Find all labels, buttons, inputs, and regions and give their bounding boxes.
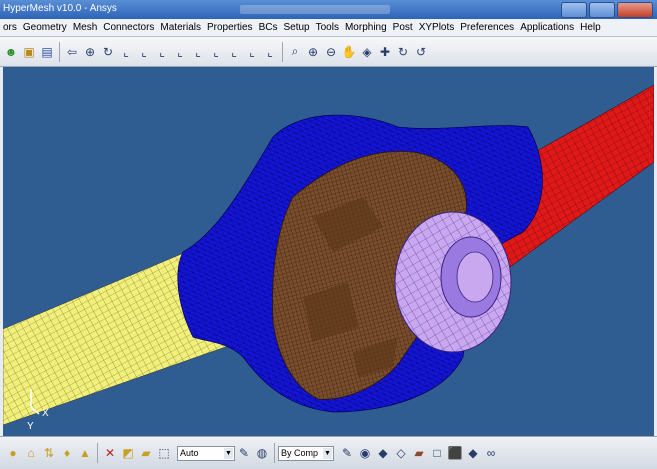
menu-xyplots[interactable]: XYPlots bbox=[416, 22, 458, 33]
zoom-icon[interactable]: ⊕ bbox=[82, 43, 98, 61]
status-toolbar: ● ⌂ ⇅ ♦ ▲ ✕ ◩ ▰ ⬚ Auto ▼ ✎ ◍ By Comp ▼ ✎ ◉ ◆ ◇ ▰ □ ⬛ ◆ ∞ bbox=[0, 436, 657, 469]
rotate-view-icon[interactable]: ↻ bbox=[395, 43, 411, 61]
wire-cube-icon[interactable]: ◇ bbox=[393, 444, 409, 462]
title-bar: HyperMesh v10.0 - Ansys bbox=[0, 0, 657, 19]
dotted-box-icon[interactable]: ⬚ bbox=[156, 444, 172, 462]
menu-mesh[interactable]: Mesh bbox=[70, 22, 100, 33]
color-by-value: By Comp bbox=[281, 448, 319, 458]
view-x2-icon[interactable]: ⌞ bbox=[136, 43, 152, 61]
brick-icon[interactable]: ▰ bbox=[411, 444, 427, 462]
menu-preferences[interactable]: Preferences bbox=[457, 22, 517, 33]
save-icon[interactable]: ▤ bbox=[39, 43, 55, 61]
menu-post[interactable]: Post bbox=[390, 22, 416, 33]
menu-ors[interactable]: ors bbox=[0, 22, 20, 33]
menu-morphing[interactable]: Morphing bbox=[342, 22, 390, 33]
view-z-icon[interactable]: ⌞ bbox=[190, 43, 206, 61]
pen-tool-icon[interactable]: ✎ bbox=[236, 444, 252, 462]
menu-tools[interactable]: Tools bbox=[313, 22, 342, 33]
menu-connectors[interactable]: Connectors bbox=[100, 22, 157, 33]
box-icon[interactable]: □ bbox=[429, 444, 445, 462]
fit-icon[interactable]: ◈ bbox=[359, 43, 375, 61]
view-y-icon[interactable]: ⌞ bbox=[154, 43, 170, 61]
open-icon[interactable]: ▣ bbox=[21, 43, 37, 61]
shuffle-icon[interactable]: ⇅ bbox=[41, 444, 57, 462]
view-iso2-icon[interactable]: ⌞ bbox=[244, 43, 260, 61]
separator bbox=[274, 443, 275, 463]
color-by-dropdown[interactable]: By Comp ▼ bbox=[278, 445, 334, 461]
shapes-icon[interactable]: ◩ bbox=[120, 444, 136, 462]
view-y2-icon[interactable]: ⌞ bbox=[172, 43, 188, 61]
chevron-down-icon: ▼ bbox=[323, 447, 332, 459]
window-controls bbox=[561, 2, 653, 18]
menu-materials[interactable]: Materials bbox=[157, 22, 204, 33]
separator bbox=[282, 41, 283, 62]
model-view: X Y bbox=[3, 84, 654, 432]
zoom-out-icon[interactable]: ⊖ bbox=[323, 43, 339, 61]
cube-icon[interactable]: ⬛ bbox=[447, 444, 463, 462]
color-icon[interactable]: ◉ bbox=[357, 444, 373, 462]
menu-setup[interactable]: Setup bbox=[280, 22, 312, 33]
menu-bcs[interactable]: BCs bbox=[256, 22, 281, 33]
pin-icon[interactable]: ♦ bbox=[59, 444, 75, 462]
pinion-flange bbox=[394, 211, 512, 353]
graphics-viewport[interactable]: X Y bbox=[0, 67, 657, 436]
fill-icon[interactable]: ◍ bbox=[254, 444, 270, 462]
menu-help[interactable]: Help bbox=[577, 22, 604, 33]
axis-x-label: X bbox=[42, 408, 49, 419]
view-x-icon[interactable]: ⌞ bbox=[118, 43, 134, 61]
axis-y-label: Y bbox=[27, 421, 34, 432]
zoom-in-icon[interactable]: ⊕ bbox=[305, 43, 321, 61]
menu-geometry[interactable]: Geometry bbox=[20, 22, 70, 33]
menu-bar: ors Geometry Mesh Connectors Materials Proper… bbox=[0, 19, 657, 37]
view-free-icon[interactable]: ⌞ bbox=[262, 43, 278, 61]
window-title: HyperMesh v10.0 - Ansys bbox=[3, 3, 117, 14]
rotate-icon[interactable]: ↻ bbox=[100, 43, 116, 61]
separator bbox=[97, 443, 98, 463]
delete-icon[interactable]: ✕ bbox=[102, 444, 118, 462]
separator bbox=[59, 41, 60, 62]
lock-icon[interactable]: ⌂ bbox=[23, 444, 39, 462]
center-icon[interactable]: ✚ bbox=[377, 43, 393, 61]
chevron-down-icon: ▼ bbox=[224, 447, 233, 459]
menu-applications[interactable]: Applications bbox=[517, 22, 577, 33]
tag-icon[interactable]: ▲ bbox=[77, 444, 93, 462]
maximize-button[interactable] bbox=[589, 2, 615, 18]
main-toolbar: ☻ ▣ ▤ ⇦ ⊕ ↻ ⌞ ⌞ ⌞ ⌞ ⌞ ⌞ ⌞ ⌞ ⌞ ⌕ ⊕ ⊖ ✋ ◈ ✚ ↻ ↺ bbox=[0, 37, 657, 67]
zoom-window-icon[interactable]: ⌕ bbox=[287, 43, 303, 61]
auto-dropdown[interactable]: Auto ▼ bbox=[177, 445, 235, 461]
mesh-cube-icon[interactable]: ◆ bbox=[465, 444, 481, 462]
view-iso-icon[interactable]: ⌞ bbox=[226, 43, 242, 61]
shaded-cube-icon[interactable]: ◆ bbox=[375, 444, 391, 462]
view-z2-icon[interactable]: ⌞ bbox=[208, 43, 224, 61]
glasses-icon[interactable]: ∞ bbox=[483, 444, 499, 462]
folder-icon[interactable]: ▰ bbox=[138, 444, 154, 462]
pen-icon[interactable]: ✎ bbox=[339, 444, 355, 462]
title-blurred-text bbox=[240, 5, 390, 14]
auto-dropdown-value: Auto bbox=[180, 448, 199, 458]
back-arrow-icon[interactable]: ⇦ bbox=[64, 43, 80, 61]
close-button[interactable] bbox=[617, 2, 653, 18]
component-icon[interactable]: ● bbox=[5, 444, 21, 462]
spin-icon[interactable]: ↺ bbox=[413, 43, 429, 61]
user-icon[interactable]: ☻ bbox=[3, 43, 19, 61]
pan-hand-icon[interactable]: ✋ bbox=[341, 43, 357, 61]
minimize-button[interactable] bbox=[561, 2, 587, 18]
menu-properties[interactable]: Properties bbox=[204, 22, 256, 33]
